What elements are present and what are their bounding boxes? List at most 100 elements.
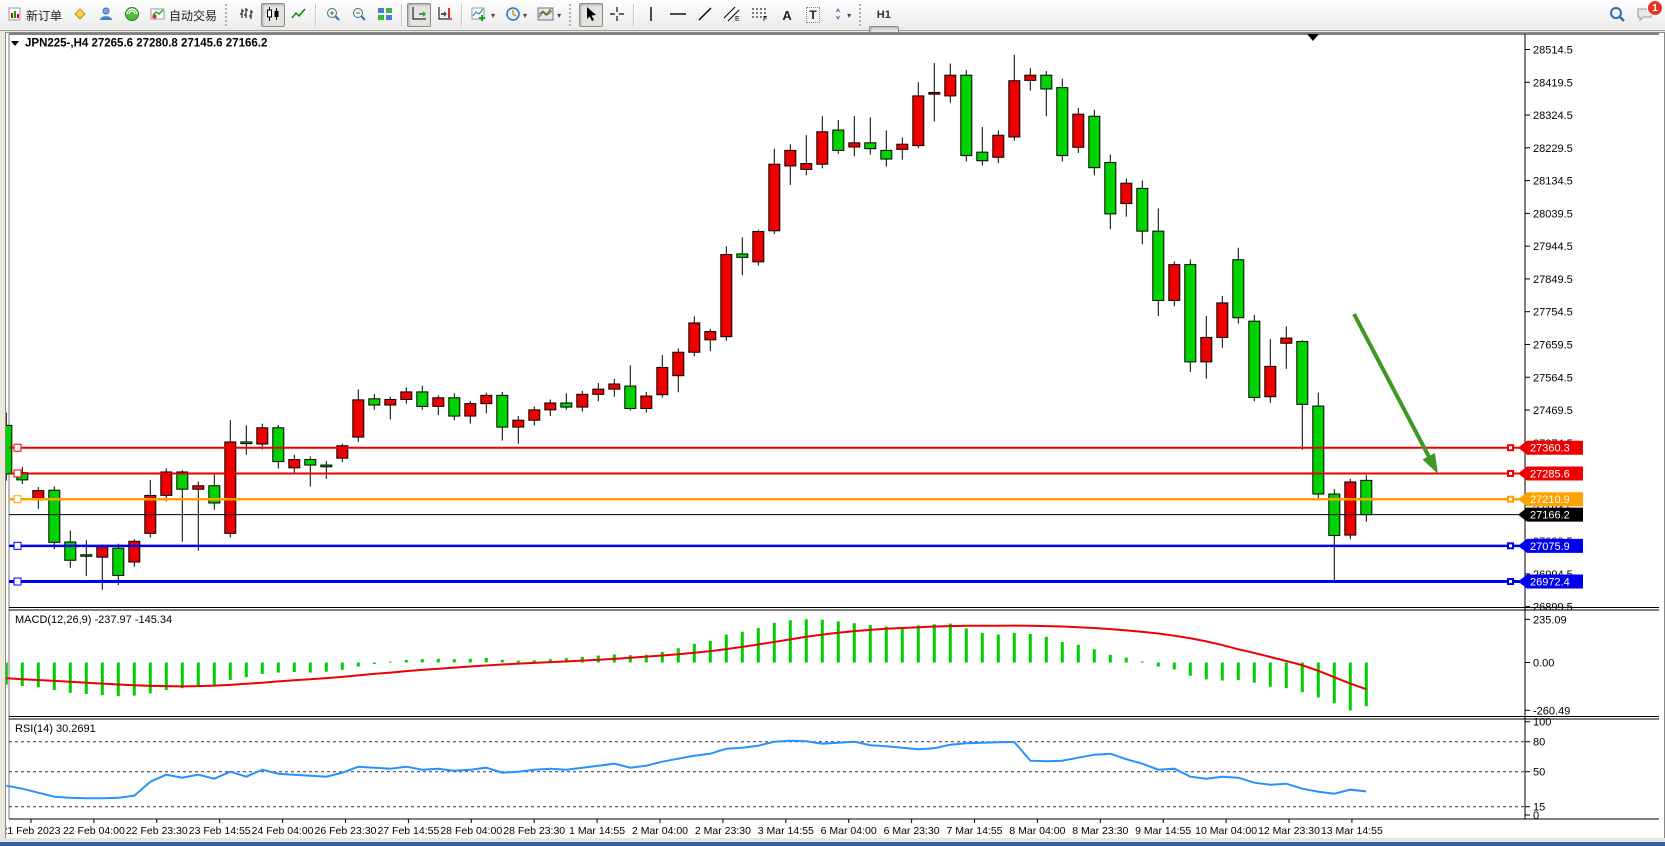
candle-body bbox=[465, 404, 476, 416]
auto-scroll-button[interactable] bbox=[407, 3, 431, 27]
annotation-arrow[interactable] bbox=[1354, 314, 1429, 456]
crosshair-icon bbox=[609, 6, 625, 25]
crosshair-button[interactable] bbox=[605, 3, 629, 27]
zoom-out-button[interactable] bbox=[347, 3, 371, 27]
price-line-badge-label: 27360.3 bbox=[1530, 443, 1570, 455]
notifications-button[interactable]: 1 bbox=[1632, 3, 1658, 27]
periods-icon bbox=[505, 6, 521, 25]
line-chart-button[interactable] bbox=[287, 3, 311, 27]
zoom-in-button[interactable] bbox=[321, 3, 345, 27]
line-handle[interactable] bbox=[14, 470, 21, 477]
candle-body bbox=[977, 152, 988, 161]
candlestick-button[interactable] bbox=[261, 3, 285, 27]
svg-text:E: E bbox=[735, 16, 740, 22]
bar-chart-icon bbox=[239, 6, 255, 25]
candle-body bbox=[529, 410, 540, 420]
candle-body bbox=[241, 442, 252, 444]
candle-body bbox=[753, 231, 764, 261]
line-handle-dot bbox=[1509, 580, 1512, 583]
chart-canvas[interactable]: 26899.526994.527089.527184.527279.527374… bbox=[6, 33, 1665, 843]
profile-button[interactable] bbox=[94, 3, 118, 27]
line-handle-dot bbox=[1509, 544, 1512, 547]
candle-body bbox=[129, 541, 140, 562]
bar-chart-button[interactable] bbox=[235, 3, 259, 27]
candle-body bbox=[1233, 260, 1244, 318]
candle-body bbox=[385, 400, 396, 406]
candle-body bbox=[401, 392, 412, 400]
line-handle[interactable] bbox=[14, 496, 21, 503]
vertical-line-button[interactable] bbox=[639, 3, 663, 27]
time-label: 24 Feb 04:00 bbox=[252, 825, 314, 837]
trendline-button[interactable] bbox=[693, 3, 717, 27]
compass-button[interactable] bbox=[68, 3, 92, 27]
candle-body bbox=[433, 398, 444, 407]
vertical-line-icon bbox=[644, 6, 658, 25]
cursor-icon bbox=[583, 6, 599, 25]
toolbar-grip bbox=[859, 4, 865, 26]
search-icon bbox=[1608, 5, 1626, 26]
candle-body bbox=[833, 130, 844, 150]
time-label: 28 Feb 04:00 bbox=[440, 825, 502, 837]
candle-body bbox=[801, 164, 812, 170]
candle-body bbox=[1361, 480, 1372, 514]
new-order-button[interactable]: 新订单 bbox=[3, 3, 66, 27]
symbol-dropdown-icon[interactable] bbox=[11, 41, 19, 46]
time-label: 22 Feb 04:00 bbox=[63, 825, 125, 837]
shift-marker[interactable] bbox=[1307, 34, 1319, 41]
candle-body bbox=[305, 460, 316, 466]
horizontal-line-button[interactable] bbox=[665, 3, 691, 27]
cursor-button[interactable] bbox=[579, 3, 603, 27]
candle-body bbox=[97, 547, 108, 557]
candle-body bbox=[625, 386, 636, 408]
candle-body bbox=[769, 164, 780, 231]
rsi-axis-label: 50 bbox=[1533, 767, 1545, 779]
periods-button[interactable]: ▾ bbox=[501, 3, 531, 27]
equidistant-channel-button[interactable]: E bbox=[719, 3, 745, 27]
signal-button[interactable] bbox=[120, 3, 144, 27]
candle-body bbox=[1249, 321, 1260, 397]
price-tick-label: 28134.5 bbox=[1533, 176, 1573, 188]
candle-body bbox=[721, 255, 732, 337]
chart-shift-button[interactable] bbox=[433, 3, 457, 27]
text-label-button[interactable]: T bbox=[801, 3, 825, 27]
time-label: 7 Mar 14:55 bbox=[946, 825, 1002, 837]
candle-body bbox=[881, 150, 892, 159]
fibonacci-icon: F bbox=[751, 6, 769, 25]
chevron-down-icon: ▾ bbox=[523, 11, 527, 20]
price-line-badge-label: 27285.6 bbox=[1530, 468, 1570, 480]
time-label: 28 Feb 23:30 bbox=[503, 825, 565, 837]
line-handle[interactable] bbox=[14, 578, 21, 585]
line-handle-dot bbox=[1509, 472, 1512, 475]
candle-body bbox=[481, 395, 492, 403]
tile-windows-icon bbox=[377, 6, 393, 25]
toolbar-separator bbox=[633, 4, 635, 26]
candle-body bbox=[1185, 265, 1196, 362]
rsi-axis-label: 80 bbox=[1533, 737, 1545, 749]
price-tick-label: 27944.5 bbox=[1533, 241, 1573, 253]
templates-button[interactable]: ▾ bbox=[533, 3, 565, 27]
line-handle[interactable] bbox=[14, 444, 21, 451]
time-label: 13 Mar 14:55 bbox=[1321, 825, 1383, 837]
auto-trading-button[interactable]: 自动交易 bbox=[146, 3, 221, 27]
macd-label: MACD(12,26,9) -237.97 -145.34 bbox=[15, 614, 172, 626]
candle-body bbox=[1137, 188, 1148, 231]
line-handle[interactable] bbox=[14, 542, 21, 549]
trendline-icon bbox=[697, 6, 713, 25]
zoom-out-icon bbox=[351, 6, 367, 25]
line-handle-dot bbox=[1509, 498, 1512, 501]
arrows-button[interactable]: ▾ bbox=[827, 3, 855, 27]
annotation-arrow-head[interactable] bbox=[1423, 453, 1438, 474]
candle-body bbox=[177, 472, 188, 489]
time-label: 3 Mar 14:55 bbox=[758, 825, 814, 837]
search-button[interactable] bbox=[1604, 3, 1630, 27]
timeframe-h1[interactable]: H1 bbox=[869, 4, 898, 26]
arrows-icon bbox=[831, 6, 845, 25]
indicators-button[interactable]: ▾ bbox=[467, 3, 499, 27]
text-button[interactable]: A bbox=[775, 3, 799, 27]
chart-window[interactable]: 26899.526994.527089.527184.527279.527374… bbox=[5, 32, 1665, 842]
toolbar-separator bbox=[401, 4, 403, 26]
tile-windows-button[interactable] bbox=[373, 3, 397, 27]
chart-title: JPN225-,H4 27265.6 27280.8 27145.6 27166… bbox=[25, 38, 267, 50]
new-order-label: 新订单 bbox=[26, 7, 62, 24]
fibonacci-button[interactable]: F bbox=[747, 3, 773, 27]
